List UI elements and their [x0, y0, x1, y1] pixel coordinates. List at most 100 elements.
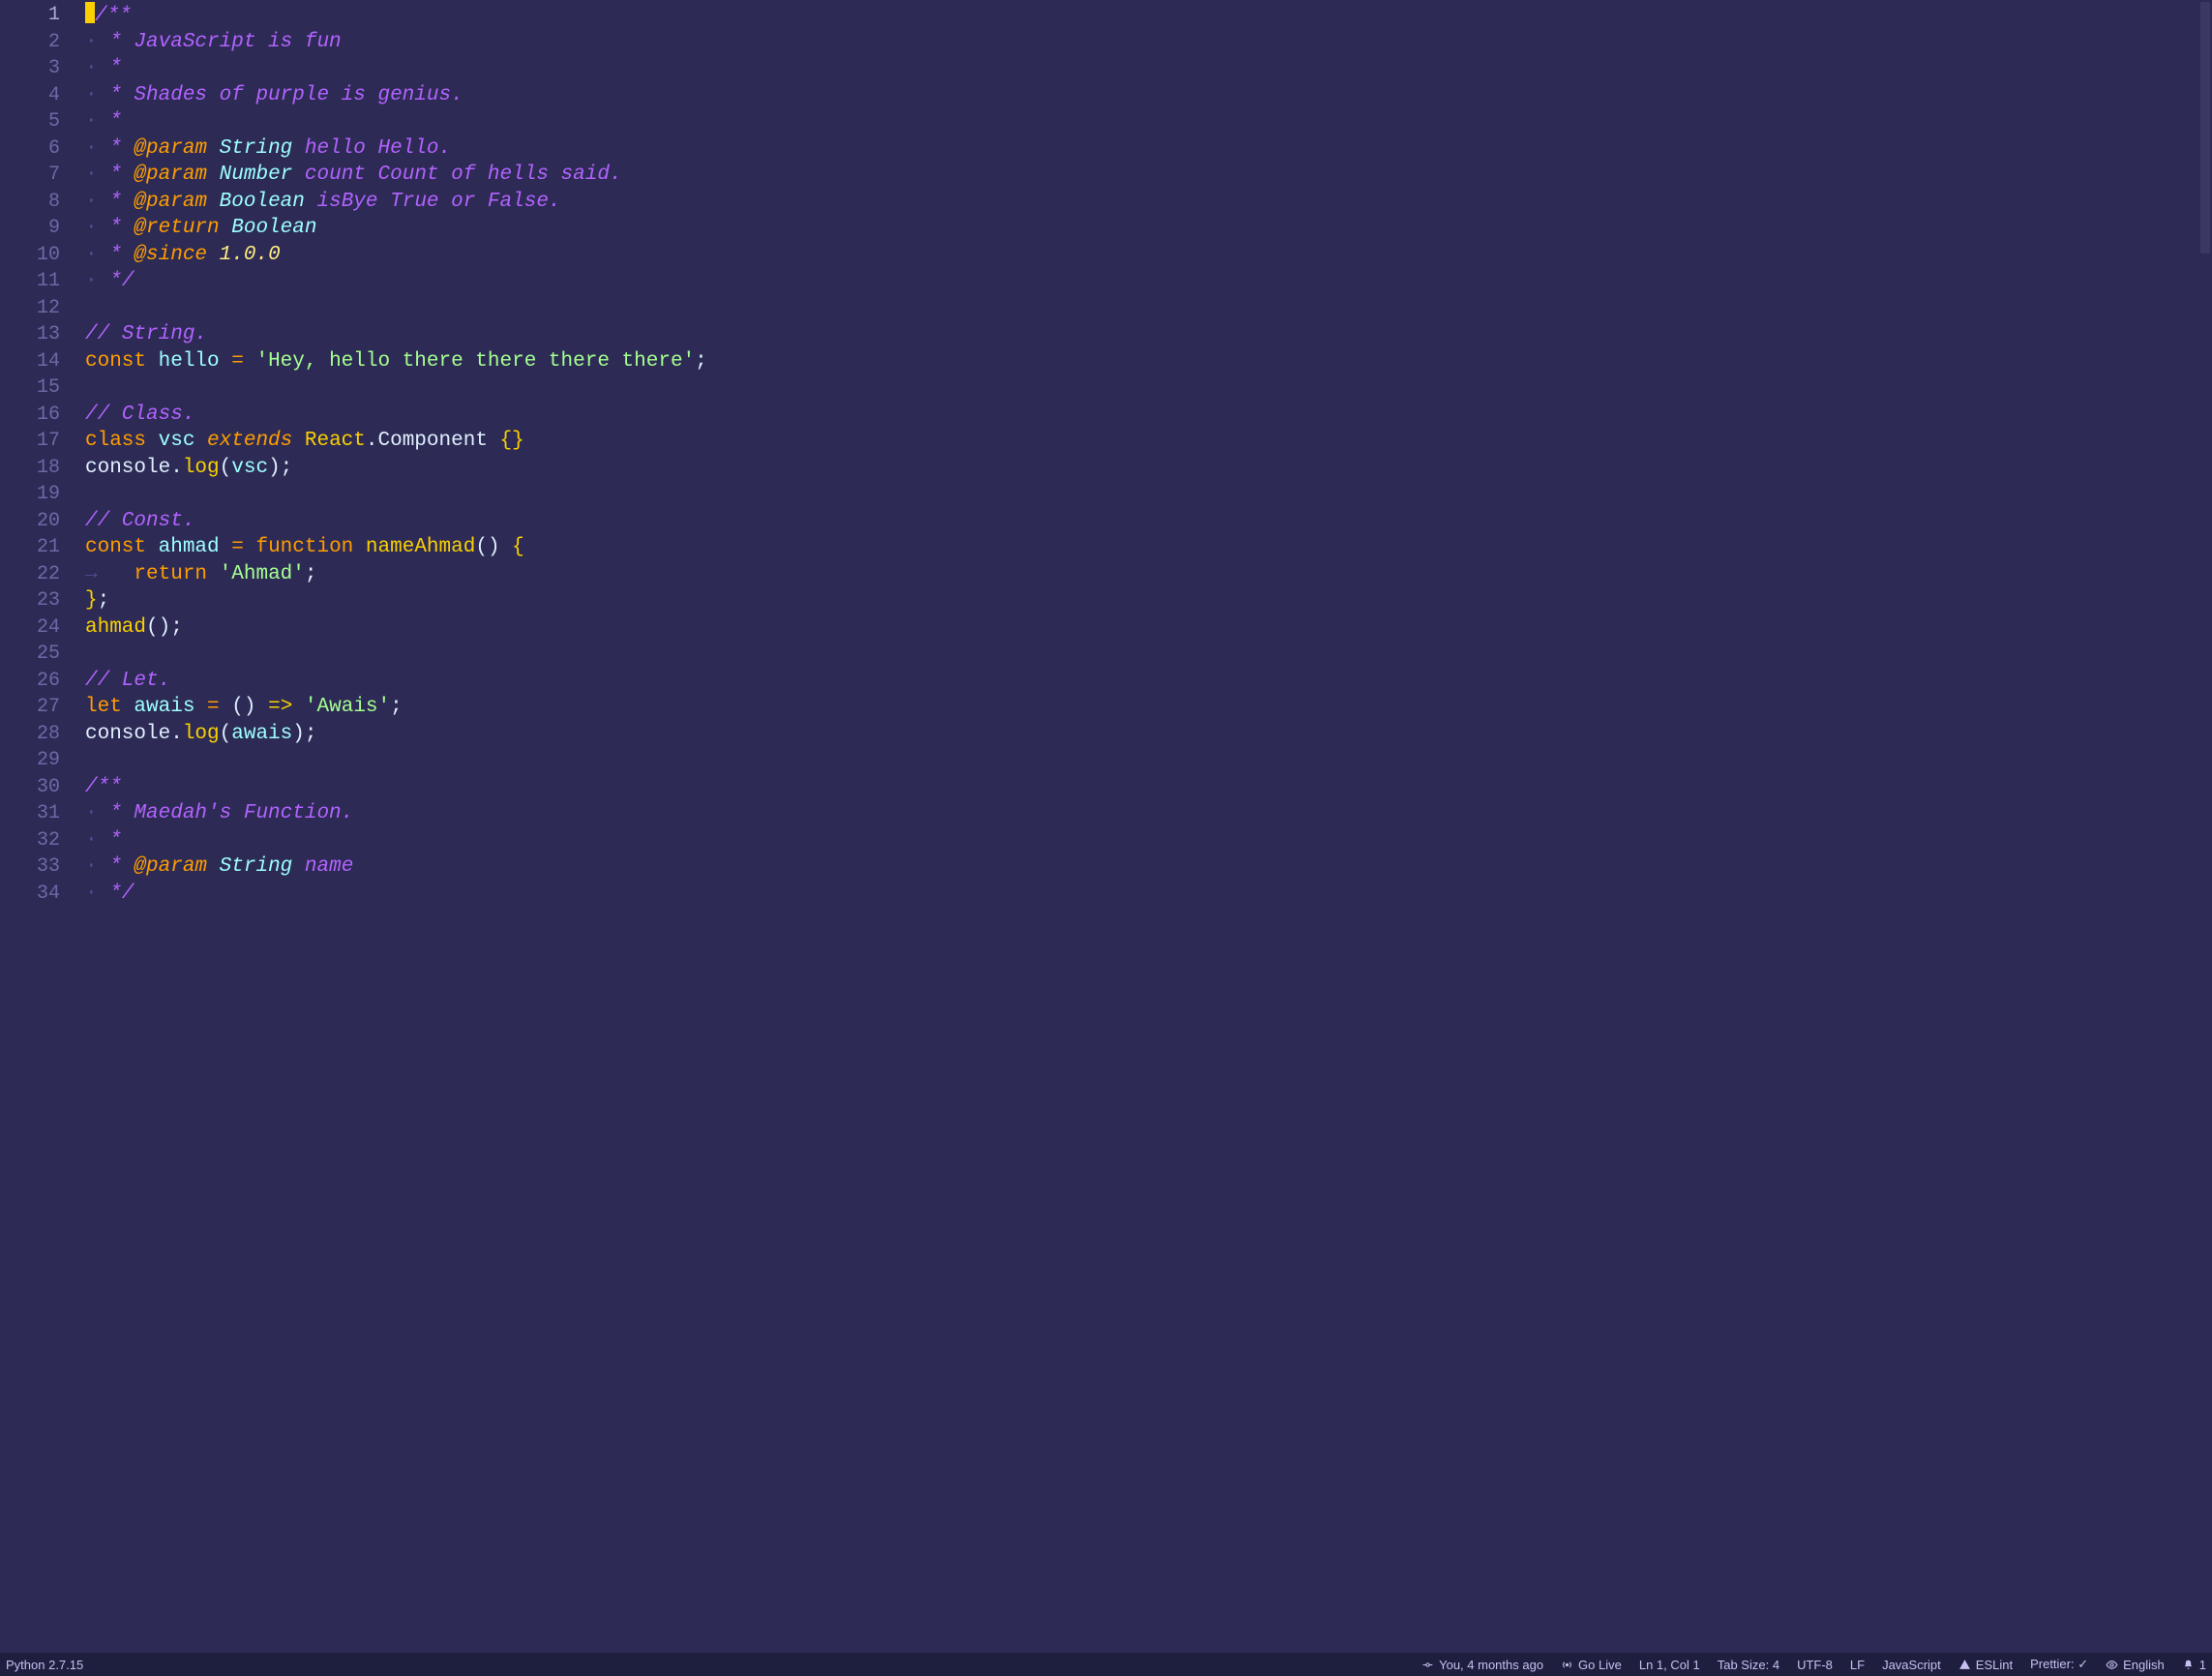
code-line[interactable]: ahmad(); — [85, 614, 2212, 642]
line-number[interactable]: 4 — [0, 82, 85, 109]
editor-window: 1 2 3 4 5 6 7 8 9 10 11 12 13 14 15 16 1… — [0, 0, 2212, 1676]
line-number[interactable]: 15 — [0, 374, 85, 402]
line-number[interactable]: 7 — [0, 162, 85, 189]
status-prettier-label: Prettier: ✓ — [2030, 1657, 2088, 1672]
line-number[interactable]: 16 — [0, 402, 85, 429]
scrollbar-thumb[interactable] — [2200, 2, 2210, 254]
code-line[interactable]: · * @since 1.0.0 — [85, 242, 2212, 269]
line-number[interactable]: 28 — [0, 721, 85, 748]
line-number[interactable]: 27 — [0, 694, 85, 721]
vertical-scrollbar[interactable] — [2198, 0, 2212, 1653]
code-line[interactable]: let awais = () => 'Awais'; — [85, 694, 2212, 721]
status-cursor-position[interactable]: Ln 1, Col 1 — [1639, 1658, 1700, 1672]
line-number[interactable]: 5 — [0, 108, 85, 135]
line-number[interactable]: 25 — [0, 641, 85, 668]
code-line[interactable] — [85, 374, 2212, 402]
eye-icon — [2106, 1659, 2118, 1671]
code-line[interactable]: · * @param String hello Hello. — [85, 135, 2212, 163]
line-number[interactable]: 31 — [0, 800, 85, 827]
code-line[interactable]: // Const. — [85, 508, 2212, 535]
line-number[interactable]: 34 — [0, 881, 85, 908]
line-number[interactable]: 12 — [0, 295, 85, 322]
warning-icon — [1958, 1659, 1971, 1671]
line-number[interactable]: 8 — [0, 189, 85, 216]
status-git-blame[interactable]: You, 4 months ago — [1421, 1658, 1543, 1672]
status-notifications[interactable]: 1 — [2182, 1658, 2206, 1672]
code-line[interactable]: const hello = 'Hey, hello there there th… — [85, 348, 2212, 375]
code-line[interactable]: // Class. — [85, 402, 2212, 429]
code-line[interactable]: · * — [85, 108, 2212, 135]
line-number[interactable]: 14 — [0, 348, 85, 375]
status-indent-label: Tab Size: 4 — [1718, 1658, 1779, 1672]
status-encoding-label: UTF-8 — [1797, 1658, 1833, 1672]
broadcast-icon — [1561, 1659, 1573, 1671]
status-language-mode[interactable]: JavaScript — [1882, 1658, 1941, 1672]
status-notif-count: 1 — [2199, 1658, 2206, 1672]
line-number[interactable]: 19 — [0, 481, 85, 508]
line-number[interactable]: 29 — [0, 747, 85, 774]
code-line[interactable]: · */ — [85, 268, 2212, 295]
line-number[interactable]: 18 — [0, 455, 85, 482]
line-number[interactable]: 3 — [0, 55, 85, 82]
code-line[interactable] — [85, 481, 2212, 508]
code-line[interactable]: → return 'Ahmad'; — [85, 561, 2212, 588]
line-number[interactable]: 23 — [0, 587, 85, 614]
code-line[interactable]: · */ — [85, 881, 2212, 908]
status-eslint[interactable]: ESLint — [1958, 1658, 2013, 1672]
line-number[interactable]: 24 — [0, 614, 85, 642]
code-line[interactable]: console.log(awais); — [85, 721, 2212, 748]
cursor — [85, 2, 95, 23]
status-go-live[interactable]: Go Live — [1561, 1658, 1622, 1672]
status-spell-label: English — [2123, 1658, 2165, 1672]
code-line[interactable]: console.log(vsc); — [85, 455, 2212, 482]
code-line[interactable]: · * @param Boolean isBye True or False. — [85, 189, 2212, 216]
status-bar: Python 2.7.15 You, 4 months ago Go Live … — [0, 1653, 2212, 1676]
line-number[interactable]: 11 — [0, 268, 85, 295]
code-line[interactable] — [85, 295, 2212, 322]
status-spellcheck[interactable]: English — [2106, 1658, 2165, 1672]
code-line[interactable]: · * Maedah's Function. — [85, 800, 2212, 827]
code-line[interactable] — [85, 641, 2212, 668]
code-line[interactable]: · * — [85, 827, 2212, 854]
status-prettier[interactable]: Prettier: ✓ — [2030, 1657, 2088, 1672]
git-commit-icon — [1421, 1659, 1434, 1671]
line-number[interactable]: 30 — [0, 774, 85, 801]
code-line[interactable]: }; — [85, 587, 2212, 614]
line-number[interactable]: 17 — [0, 428, 85, 455]
line-number[interactable]: 33 — [0, 853, 85, 881]
code-line[interactable]: /** — [85, 2, 2212, 29]
status-python-version[interactable]: Python 2.7.15 — [6, 1658, 83, 1672]
code-line[interactable]: /** — [85, 774, 2212, 801]
code-line[interactable]: · * @param Number count Count of hells s… — [85, 162, 2212, 189]
status-indentation[interactable]: Tab Size: 4 — [1718, 1658, 1779, 1672]
code-line[interactable]: · * @return Boolean — [85, 215, 2212, 242]
code-editor[interactable]: 1 2 3 4 5 6 7 8 9 10 11 12 13 14 15 16 1… — [0, 0, 2212, 1653]
line-number[interactable]: 32 — [0, 827, 85, 854]
code-line[interactable]: · * Shades of purple is genius. — [85, 82, 2212, 109]
code-line[interactable]: const ahmad = function nameAhmad() { — [85, 534, 2212, 561]
code-line[interactable]: · * JavaScript is fun — [85, 29, 2212, 56]
code-content[interactable]: /** · * JavaScript is fun · * · * Shades… — [85, 0, 2212, 1653]
line-number[interactable]: 9 — [0, 215, 85, 242]
line-number[interactable]: 2 — [0, 29, 85, 56]
code-line[interactable]: // String. — [85, 321, 2212, 348]
line-number[interactable]: 20 — [0, 508, 85, 535]
bell-icon — [2182, 1659, 2195, 1671]
line-number[interactable]: 13 — [0, 321, 85, 348]
code-line[interactable]: // Let. — [85, 668, 2212, 695]
line-number[interactable]: 10 — [0, 242, 85, 269]
line-number[interactable]: 26 — [0, 668, 85, 695]
line-number[interactable]: 1 — [0, 2, 85, 29]
status-eol[interactable]: LF — [1850, 1658, 1865, 1672]
status-encoding[interactable]: UTF-8 — [1797, 1658, 1833, 1672]
line-number[interactable]: 21 — [0, 534, 85, 561]
code-line[interactable] — [85, 747, 2212, 774]
code-line[interactable]: · * @param String name — [85, 853, 2212, 881]
code-line[interactable]: · * — [85, 55, 2212, 82]
line-number[interactable]: 6 — [0, 135, 85, 163]
line-number-gutter[interactable]: 1 2 3 4 5 6 7 8 9 10 11 12 13 14 15 16 1… — [0, 0, 85, 1653]
status-blame-label: You, 4 months ago — [1439, 1658, 1543, 1672]
code-line[interactable]: class vsc extends React.Component {} — [85, 428, 2212, 455]
status-language-label: JavaScript — [1882, 1658, 1941, 1672]
line-number[interactable]: 22 — [0, 561, 85, 588]
